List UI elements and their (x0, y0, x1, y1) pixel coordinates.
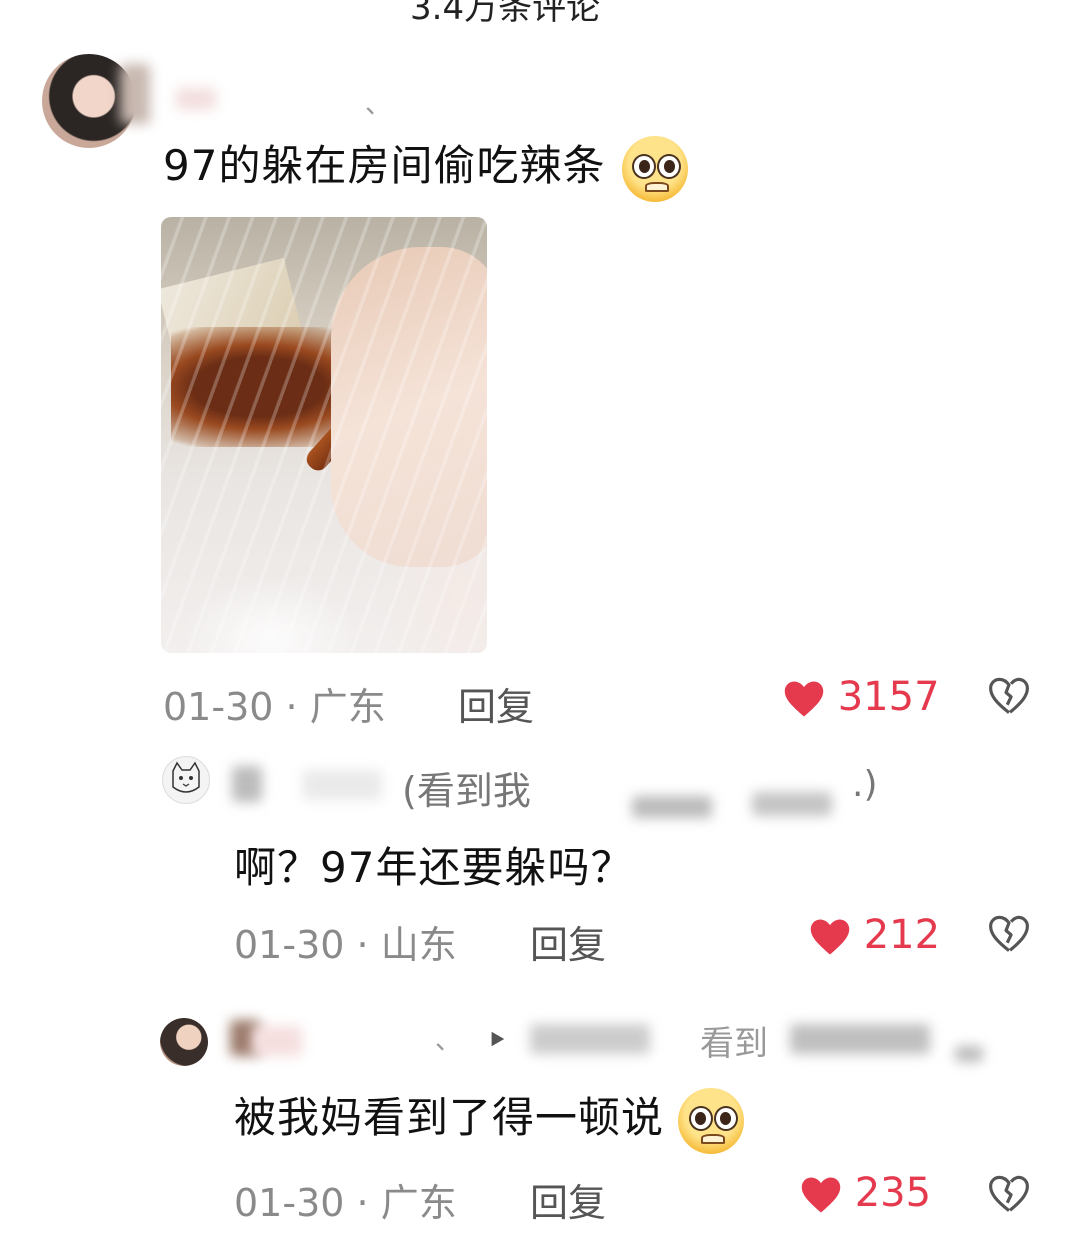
like-button[interactable]: 235 (800, 1170, 931, 1216)
reply-text-content: 被我妈看到了得一顿说 (234, 1093, 665, 1142)
like-count: 235 (854, 1170, 932, 1216)
broken-heart-icon[interactable] (988, 914, 1030, 954)
comment-text: 97的躲在房间偷吃辣条 (163, 132, 688, 202)
reply-meta: 01-30 · 山东 (234, 923, 457, 967)
reply-text: 被我妈看到了得一顿说 (234, 1084, 745, 1154)
reply-username: 看到 (700, 1024, 768, 1064)
comment-photo[interactable] (161, 217, 487, 653)
pleading-face-emoji (678, 1087, 745, 1154)
reply-meta: 01-30 · 广东 (234, 1181, 457, 1225)
reply-text: 啊？97年还要躲吗？ (234, 843, 634, 892)
broken-heart-icon[interactable] (988, 1174, 1030, 1214)
reply-button[interactable]: 回复 (530, 1172, 606, 1227)
reply-location: 山东 (380, 923, 457, 967)
comment-meta: 01-30 · 广东 (163, 685, 386, 729)
comment-location: 广东 (309, 685, 386, 729)
like-button[interactable]: 3157 (783, 674, 940, 720)
reply-button[interactable]: 回复 (458, 676, 534, 731)
page-title: 3.4万条评论 (410, 0, 601, 28)
broken-heart-icon[interactable] (988, 676, 1030, 716)
play-triangle-icon (491, 1031, 505, 1047)
comment-text-content: 97的躲在房间偷吃辣条 (163, 141, 606, 190)
pleading-face-emoji (621, 135, 688, 202)
reply-date: 01-30 (234, 923, 345, 967)
like-count: 212 (863, 912, 941, 958)
avatar[interactable] (162, 756, 210, 804)
username-blurred[interactable]: 、 看到 (230, 1016, 990, 1066)
like-count: 3157 (837, 674, 940, 720)
heart-icon (801, 1177, 841, 1213)
reply-button[interactable]: 回复 (530, 914, 606, 969)
like-button[interactable]: 212 (809, 912, 940, 958)
reply-username: (看到我 (402, 769, 531, 813)
avatar[interactable] (160, 1018, 208, 1066)
username-blurred[interactable]: (看到我 .) (232, 760, 892, 820)
reply-date: 01-30 (234, 1181, 345, 1225)
comment-date: 01-30 (163, 685, 274, 729)
heart-icon (784, 681, 824, 717)
heart-icon (810, 919, 850, 955)
reply-location: 广东 (380, 1181, 457, 1225)
